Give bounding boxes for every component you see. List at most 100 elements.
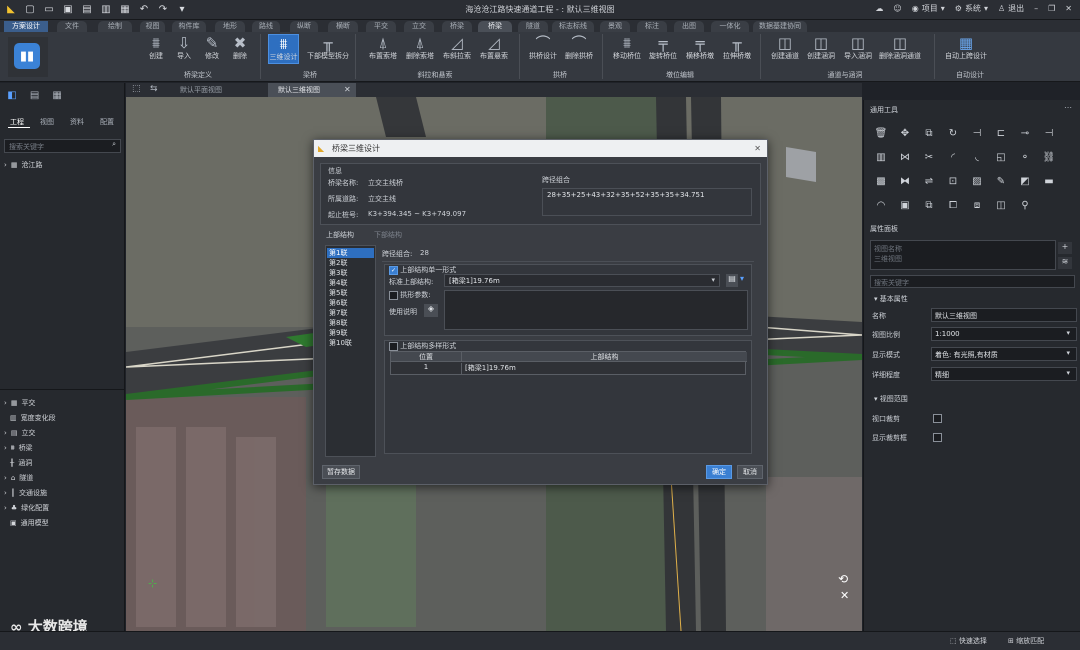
place-suspension-button[interactable]: ◿ 布置悬索 <box>479 34 509 64</box>
layers-icon[interactable]: ▤ <box>25 87 45 103</box>
link-icon[interactable]: ⛓ <box>1042 150 1056 164</box>
stretch-pier-button[interactable]: ╥ 拉伸桥墩 <box>722 34 752 64</box>
ribbon-tab[interactable]: 立交 <box>404 21 434 32</box>
view-type-selector[interactable]: 视图名称 三维视图 <box>870 240 1056 270</box>
tree-item-generic-model[interactable]: ▣ 通用模型 <box>10 518 49 528</box>
delete-culvert-button[interactable]: ◫ 删除涵洞通道 <box>879 34 921 64</box>
tree-item-greening[interactable]: › ♣ 绿化配置 <box>4 503 49 513</box>
joint-item[interactable]: 第8联 <box>327 318 374 328</box>
pick-icon[interactable]: ✎ <box>994 174 1008 188</box>
delete-bridge-button[interactable]: ✖ 删除 <box>225 34 255 64</box>
tab-project[interactable]: 工程 <box>10 117 24 127</box>
capture-icon[interactable]: ⊡ <box>946 174 960 188</box>
cloud-icon[interactable]: ☁ <box>875 4 883 13</box>
dome-icon[interactable]: ◠ <box>874 198 888 212</box>
tab-materials[interactable]: 资料 <box>70 117 84 127</box>
delete-tower-button[interactable]: ⍋ 删除索塔 <box>405 34 435 64</box>
measure-icon[interactable]: ▬ <box>1042 174 1056 188</box>
clip-icon[interactable]: ⧠ <box>946 198 960 212</box>
auto-overpass-button[interactable]: ▦ 自动上跨设计 <box>945 34 987 64</box>
name-field[interactable]: 默认三维视图 <box>931 308 1077 322</box>
ribbon-tab[interactable]: 景观 <box>600 21 630 32</box>
box-icon[interactable]: ⧈ <box>970 198 984 212</box>
pattern-icon[interactable]: ▩ <box>874 174 888 188</box>
stack-icon[interactable]: ⧉ <box>922 198 936 212</box>
arch-param-area[interactable] <box>444 290 748 330</box>
fillet-icon[interactable]: ◟ <box>970 150 984 164</box>
ribbon-tab[interactable]: 纵断 <box>290 21 318 32</box>
split-lower-model-button[interactable]: ╥ 下部模型拆分 <box>307 34 349 64</box>
close-button[interactable]: ✕ <box>1065 4 1072 13</box>
checkbox-checked-icon[interactable]: ✓ <box>389 265 398 275</box>
frame-icon[interactable]: ▣ <box>898 198 912 212</box>
panel-icon[interactable]: ◧ <box>2 87 22 103</box>
join-icon[interactable]: ⚬ <box>1018 150 1032 164</box>
maximize-button[interactable]: ❐ <box>1048 4 1055 13</box>
zoom-fit-button[interactable]: ⊞ 缩放匹配 <box>1008 636 1044 646</box>
plus-icon[interactable]: + <box>1058 242 1072 254</box>
ribbon-tab[interactable]: 视图 <box>140 21 165 32</box>
tree-item-culvert[interactable]: ╫ 涵洞 <box>10 458 32 468</box>
extend-icon[interactable]: ⊣ <box>1042 126 1056 140</box>
copy-icon[interactable]: ⧉ <box>922 126 936 140</box>
trash-icon[interactable]: 🗑 <box>874 126 888 140</box>
rotate-pier-button[interactable]: ╤ 旋转桥位 <box>648 34 678 64</box>
scale-select[interactable]: 1:1000 <box>931 327 1077 341</box>
ribbon-tab[interactable]: 路线 <box>252 21 280 32</box>
std-upper-select[interactable]: [箱梁1]19.76m ▾ <box>444 274 720 287</box>
ribbon-tab[interactable]: 桥梁 <box>442 21 472 32</box>
ribbon-tab[interactable]: 出图 <box>674 21 704 32</box>
tab-config[interactable]: 配置 <box>100 117 114 127</box>
ribbon-tab[interactable]: 标志标线 <box>552 21 594 32</box>
range-section-header[interactable]: ▾ 视图范围 <box>874 394 908 404</box>
arch-param-checkbox-row[interactable]: 拱形参数: <box>389 290 431 300</box>
tab-view[interactable]: 视图 <box>40 117 54 127</box>
close-tab-icon[interactable]: ✕ <box>344 85 351 94</box>
joint-item[interactable]: 第6联 <box>327 298 374 308</box>
place-cable-button[interactable]: ◿ 布斜拉索 <box>442 34 472 64</box>
ribbon-tab[interactable]: 标注 <box>637 21 667 32</box>
ribbon-tab[interactable]: 横断 <box>328 21 358 32</box>
ribbon-tab[interactable]: 方案设计 <box>4 21 48 32</box>
ok-button[interactable]: 确定 <box>706 465 732 479</box>
tree-item-root[interactable]: › ▦ 沧江路 <box>4 160 42 170</box>
detail-level-select[interactable]: 精细 <box>931 367 1077 381</box>
tab-upper-structure[interactable]: 上部结构 <box>326 230 354 240</box>
tree-item-intersection[interactable]: › ▦ 平交 <box>4 398 35 408</box>
tree-item-traffic[interactable]: › ┃ 交通设施 <box>4 488 47 498</box>
eraser-icon[interactable]: ◈ <box>424 304 438 317</box>
joint-item[interactable]: 第5联 <box>327 288 374 298</box>
cancel-button[interactable]: 取消 <box>737 465 763 479</box>
place-tower-button[interactable]: ⍋ 布置索塔 <box>368 34 398 64</box>
close-nav-icon[interactable]: ✕ <box>840 589 849 602</box>
more-icon[interactable]: ⋯ <box>1064 103 1072 112</box>
pin-icon[interactable]: ⚲ <box>1018 198 1032 212</box>
ribbon-tab[interactable]: 构件库 <box>172 21 206 32</box>
layer-icon[interactable]: ◩ <box>1018 174 1032 188</box>
scale-icon[interactable]: ◱ <box>994 150 1008 164</box>
ribbon-tab[interactable]: 平交 <box>366 21 396 32</box>
align-icon[interactable]: ⊣ <box>970 126 984 140</box>
minimize-button[interactable]: – <box>1034 4 1038 13</box>
mirror-icon[interactable]: ⋈ <box>898 150 912 164</box>
logout-button[interactable]: ♙ 退出 <box>998 3 1024 14</box>
tree-item-width-change[interactable]: ▥ 宽度变化段 <box>10 413 56 423</box>
layout-icon[interactable]: ⬚ <box>132 84 141 94</box>
joint-item[interactable]: 第1联 <box>327 248 374 258</box>
chat-icon[interactable]: ☺ <box>893 4 901 13</box>
view-cube[interactable] <box>786 147 816 182</box>
array-icon[interactable]: ▥ <box>874 150 888 164</box>
3d-design-button[interactable]: ⩩ 三维设计 <box>268 34 299 64</box>
import-culvert-button[interactable]: ◫ 导入涵洞 <box>843 34 873 64</box>
basic-section-header[interactable]: ▾ 基本属性 <box>874 294 908 304</box>
tree-item-bridge[interactable]: › ⩩ 桥梁 <box>4 443 33 453</box>
grid-icon[interactable]: ▦ <box>47 87 67 103</box>
chevron-down-icon[interactable]: ▾ <box>740 274 744 283</box>
project-search-input[interactable]: 搜索关键字 ⌕ <box>4 139 121 153</box>
ribbon-tab[interactable]: 地形 <box>215 21 245 32</box>
move-icon[interactable]: ✥ <box>898 126 912 140</box>
delete-arch-button[interactable]: ⌒ 删除拱桥 <box>564 34 594 64</box>
joint-item[interactable]: 第9联 <box>327 328 374 338</box>
tree-item-interchange[interactable]: › ▤ 立交 <box>4 428 35 438</box>
create-culvert-button[interactable]: ◫ 创建涵洞 <box>806 34 836 64</box>
